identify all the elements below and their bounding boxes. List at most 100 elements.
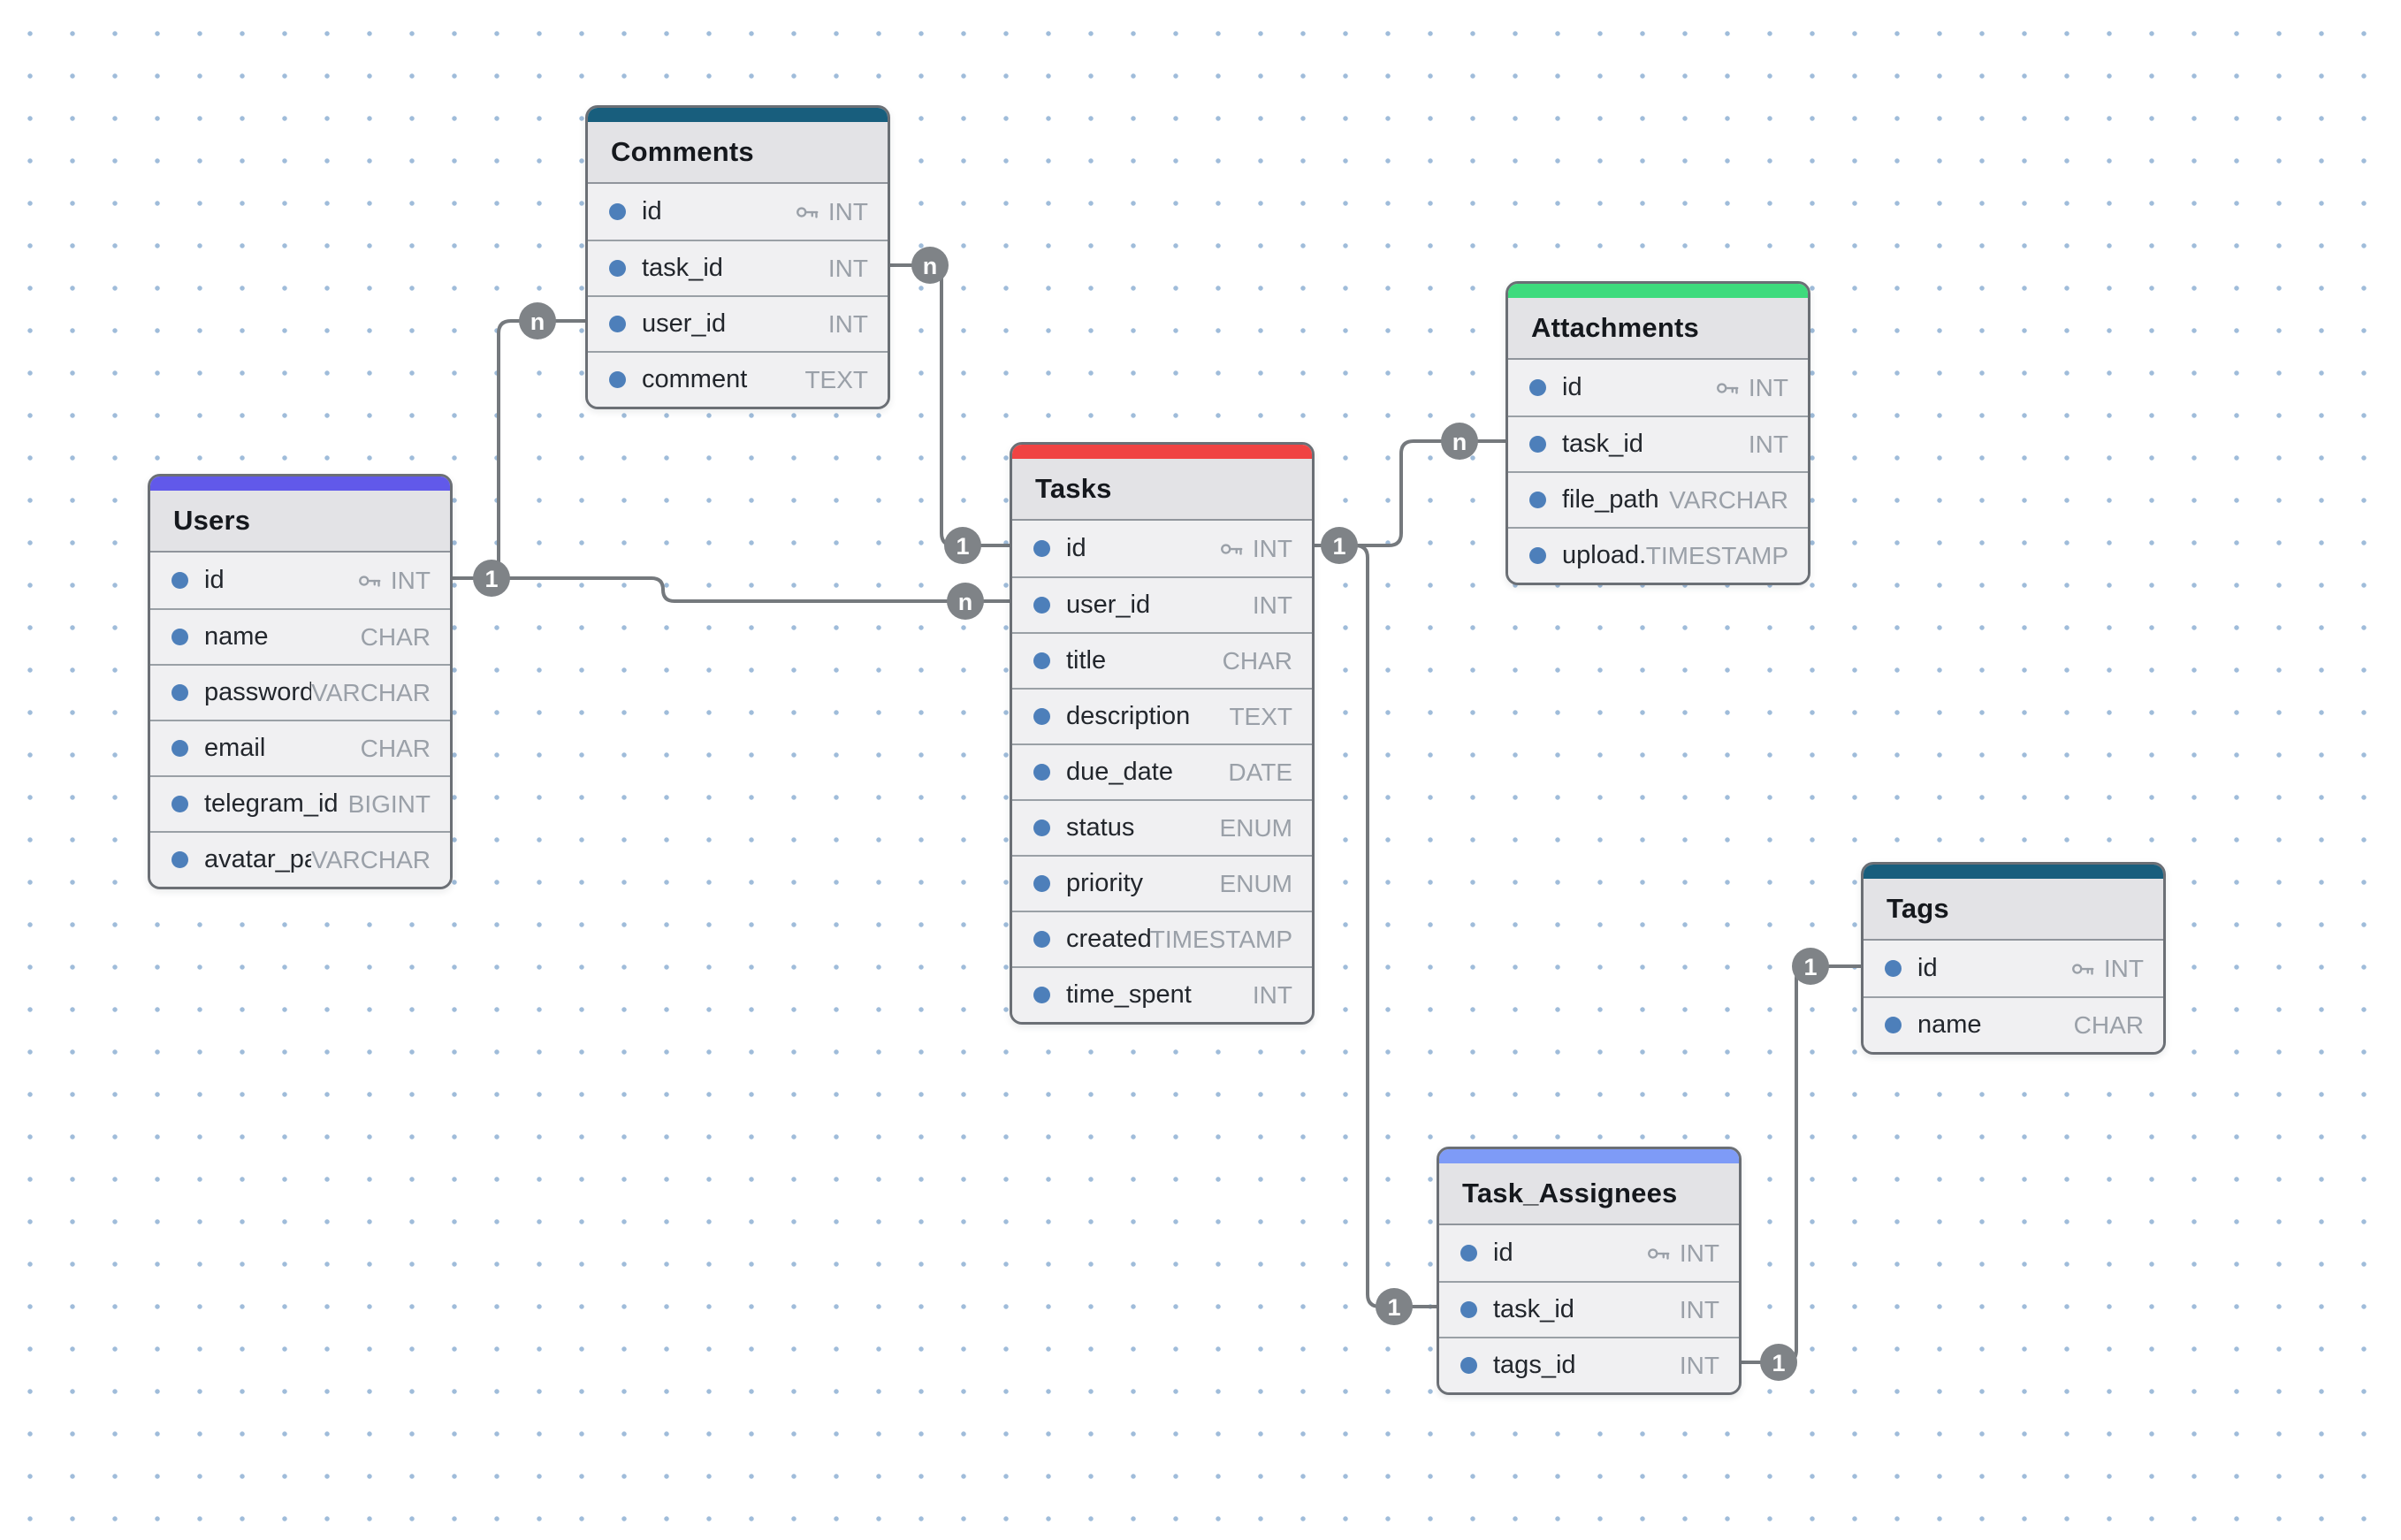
field-type: CHAR [1223, 647, 1292, 675]
field-name: created... [1066, 925, 1150, 954]
field-name: comment [642, 365, 804, 394]
cardinality-badge: 1 [1792, 948, 1829, 985]
field-bullet-icon [609, 316, 626, 332]
field-type: INT [356, 567, 431, 595]
field-row-id: idINT [1508, 360, 1808, 415]
relationship-users-id-to-tasks-user_id[interactable] [453, 578, 1010, 601]
cardinality-badge: 1 [1321, 527, 1358, 564]
table-header: Comments [588, 122, 888, 184]
field-bullet-icon [1033, 540, 1050, 557]
field-type-label: VARCHAR [1669, 486, 1788, 515]
table-color-bar [588, 108, 888, 122]
diagram-canvas[interactable]: 1nnn11n111 Comments idINTtask_idINTuser_… [0, 0, 2401, 1540]
field-type-label: TEXT [804, 366, 868, 394]
field-row-name: nameCHAR [1864, 996, 2163, 1052]
field-name: task_id [1562, 430, 1749, 459]
field-type-label: INT [1749, 431, 1788, 459]
field-name: priority [1066, 869, 1220, 898]
field-type-label: TIMESTAMP [1150, 926, 1292, 954]
svg-text:n: n [923, 253, 938, 279]
svg-text:1: 1 [484, 566, 498, 592]
field-type: ENUM [1220, 870, 1292, 898]
field-name: email [204, 734, 361, 763]
field-type-label: INT [1253, 981, 1292, 1010]
table-color-bar [1864, 865, 2163, 879]
field-type: CHAR [2074, 1011, 2144, 1040]
field-bullet-icon [609, 371, 626, 388]
field-type-label: INT [1680, 1239, 1719, 1268]
field-bullet-icon [1460, 1301, 1477, 1318]
field-type: INT [1253, 591, 1292, 620]
field-row-task_id: task_idINT [1439, 1281, 1739, 1337]
field-row-tags_id: tags_idINT [1439, 1337, 1739, 1392]
svg-text:1: 1 [1387, 1294, 1400, 1321]
field-name: tags_id [1493, 1351, 1680, 1380]
field-type: TEXT [1229, 703, 1292, 731]
field-name: task_id [1493, 1295, 1680, 1324]
field-type: INT [794, 198, 868, 226]
field-type: VARCHAR [311, 679, 431, 707]
cardinality-badge: 1 [473, 560, 510, 597]
field-type-label: CHAR [2074, 1011, 2144, 1040]
field-row-task_id: task_idINT [588, 240, 888, 295]
field-type-label: ENUM [1220, 814, 1292, 842]
field-type: CHAR [361, 735, 431, 763]
relationship-comments-task_id-to-tasks-id[interactable] [890, 265, 1010, 545]
field-bullet-icon [1033, 987, 1050, 1003]
field-bullet-icon [1033, 931, 1050, 948]
table-users[interactable]: Users idINTnameCHARpasswordVARCHARemailC… [148, 474, 453, 889]
field-row-status: statusENUM [1012, 799, 1312, 855]
field-row-password: passwordVARCHAR [150, 664, 450, 720]
field-name: task_id [642, 254, 828, 283]
relationship-users-id-to-comments-user_id[interactable] [453, 321, 585, 578]
svg-text:1: 1 [956, 533, 969, 560]
table-attachments[interactable]: Attachments idINTtask_idINTfile_pathVARC… [1505, 281, 1810, 585]
field-bullet-icon [1529, 436, 1546, 453]
relationship-tags-id-to-taskassignees-tags_id[interactable] [1742, 966, 1861, 1362]
key-icon [1218, 536, 1245, 562]
field-bullet-icon [609, 203, 626, 220]
field-type-label: CHAR [361, 735, 431, 763]
field-bullet-icon [1885, 960, 1902, 977]
field-type: VARCHAR [1669, 486, 1788, 515]
table-tasks[interactable]: Tasks idINTuser_idINTtitleCHARdescriptio… [1010, 442, 1315, 1025]
field-bullet-icon [1460, 1357, 1477, 1374]
svg-text:1: 1 [1332, 533, 1345, 560]
key-icon [2069, 956, 2096, 982]
field-name: id [1066, 534, 1218, 563]
relationship-tasks-id-to-taskassignees-task_id[interactable] [1315, 545, 1437, 1307]
field-row-email: emailCHAR [150, 720, 450, 775]
field-row-created: created...TIMESTAMP [1012, 911, 1312, 966]
field-type-label: DATE [1228, 759, 1292, 787]
field-bullet-icon [1885, 1017, 1902, 1033]
table-tags[interactable]: Tags idINTnameCHAR [1861, 862, 2166, 1055]
key-icon [356, 568, 383, 594]
table-comments[interactable]: Comments idINTtask_idINTuser_idINTcommen… [585, 105, 890, 409]
field-bullet-icon [172, 740, 188, 757]
field-type-label: INT [828, 198, 868, 226]
field-type: INT [1749, 431, 1788, 459]
field-name: id [1493, 1239, 1645, 1268]
field-type: INT [2069, 955, 2144, 983]
table-title: Tags [1886, 893, 1949, 925]
field-bullet-icon [172, 796, 188, 812]
field-name: name [204, 622, 361, 652]
field-type: INT [828, 255, 868, 283]
field-row-name: nameCHAR [150, 608, 450, 664]
cardinality-badge: 1 [944, 527, 981, 564]
table-header: Users [150, 491, 450, 553]
table-color-bar [1012, 445, 1312, 459]
field-type-label: INT [1749, 374, 1788, 402]
field-type-label: INT [1253, 535, 1292, 563]
field-name: id [642, 197, 794, 226]
field-name: avatar_pa... [204, 845, 311, 874]
field-type-label: INT [1253, 591, 1292, 620]
svg-text:1: 1 [1772, 1350, 1785, 1376]
table-fields: idINTtask_idINTuser_idINTcommentTEXT [588, 184, 888, 407]
table-fields: id INT task_idINTtags_idINT [1439, 1225, 1739, 1392]
table-task_assignees[interactable]: Task_Assignees idINTtask_idINTtags_idINT [1437, 1147, 1742, 1395]
cardinality-badge: n [1441, 423, 1478, 460]
field-type: TEXT [804, 366, 868, 394]
field-type-label: CHAR [1223, 647, 1292, 675]
svg-text:n: n [1452, 429, 1467, 455]
